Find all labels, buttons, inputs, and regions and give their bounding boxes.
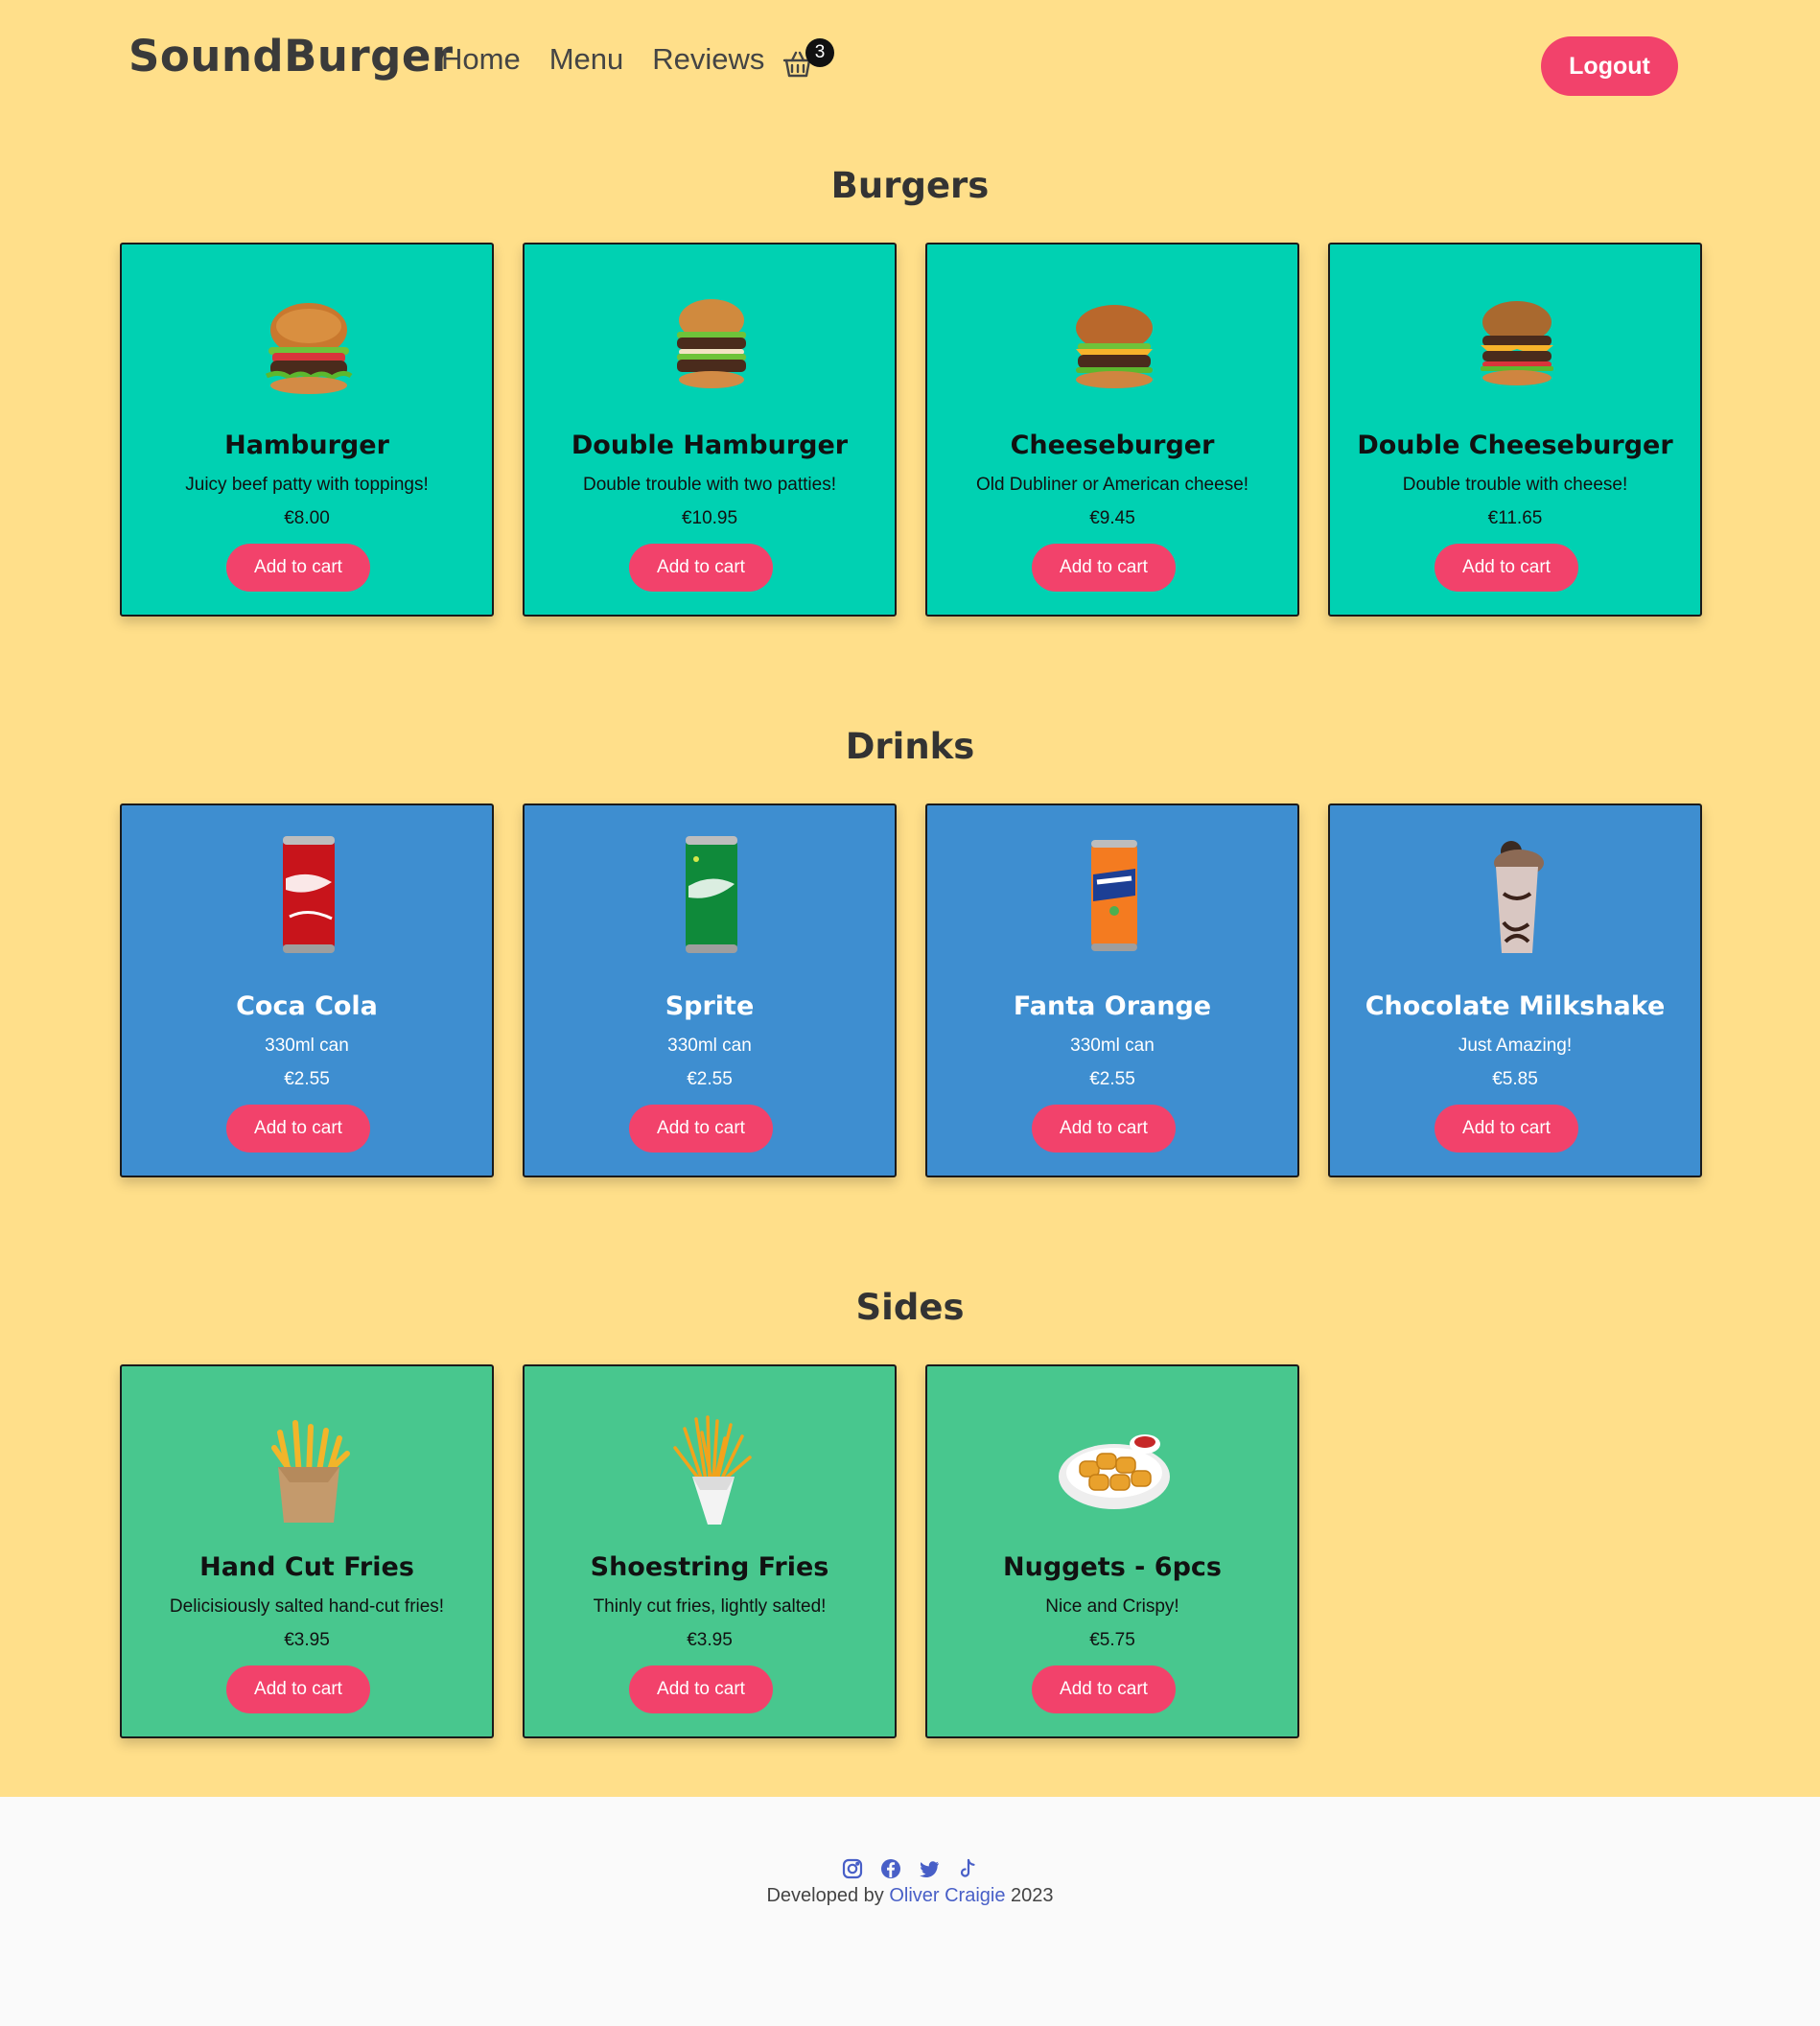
footer-credit: Developed by Oliver Craigie 2023 (0, 1885, 1820, 1907)
nav-menu-link[interactable]: Menu (549, 42, 624, 77)
navbar: SoundBurger Home Menu Reviews 3 Logout (0, 0, 1820, 134)
add-to-cart-button[interactable]: Add to cart (226, 1105, 370, 1153)
item-name: Cheeseburger (1010, 431, 1215, 460)
item-description: Delicisiously salted hand-cut fries! (169, 1596, 445, 1617)
add-to-cart-button[interactable]: Add to cart (629, 1665, 773, 1713)
item-description: 330ml can (667, 1036, 752, 1056)
credit-year: 2023 (1011, 1885, 1054, 1906)
item-name: Shoestring Fries (590, 1552, 829, 1582)
item-price: €2.55 (284, 1069, 330, 1089)
sprite-can-image (654, 830, 769, 957)
add-to-cart-button[interactable]: Add to cart (629, 1105, 773, 1153)
item-price: €10.95 (681, 508, 738, 528)
cheeseburger-image (1057, 288, 1172, 403)
item-price: €2.55 (1089, 1069, 1135, 1089)
hand-cut-fries-image (251, 1409, 366, 1525)
shoestring-fries-image (654, 1409, 769, 1525)
item-price: €5.85 (1492, 1069, 1538, 1089)
nav-links: Home Menu Reviews (441, 42, 764, 77)
item-description: 330ml can (1070, 1036, 1155, 1056)
item-description: Juicy beef patty with toppings! (185, 475, 429, 495)
item-price: €9.45 (1089, 508, 1135, 528)
item-description: Nice and Crispy! (1045, 1596, 1179, 1617)
item-name: Fanta Orange (1013, 991, 1212, 1021)
nav-home-link[interactable]: Home (441, 42, 521, 77)
menu-card-chocolate-milkshake: Chocolate Milkshake Just Amazing! €5.85 … (1328, 803, 1702, 1177)
item-description: Just Amazing! (1458, 1036, 1573, 1056)
coca-cola-can-image (251, 830, 366, 957)
double-cheeseburger-image (1459, 288, 1575, 403)
section-title-drinks: Drinks (845, 726, 975, 767)
menu-card-hamburger: Hamburger Juicy beef patty with toppings… (120, 243, 494, 617)
author-link[interactable]: Oliver Craigie (889, 1885, 1005, 1906)
fanta-can-image (1057, 832, 1172, 959)
menu-card-nuggets: Nuggets - 6pcs Nice and Crispy! €5.75 Ad… (925, 1364, 1299, 1738)
item-name: Hamburger (224, 431, 389, 460)
item-name: Chocolate Milkshake (1365, 991, 1666, 1021)
instagram-icon[interactable] (842, 1858, 863, 1879)
item-price: €11.65 (1487, 508, 1543, 528)
menu-card-hand-cut-fries: Hand Cut Fries Delicisiously salted hand… (120, 1364, 494, 1738)
item-name: Hand Cut Fries (199, 1552, 414, 1582)
item-description: Old Dubliner or American cheese! (975, 475, 1249, 495)
logout-button[interactable]: Logout (1541, 36, 1678, 96)
item-price: €5.75 (1089, 1630, 1135, 1650)
social-links (0, 1858, 1820, 1879)
add-to-cart-button[interactable]: Add to cart (1032, 1105, 1176, 1153)
section-title-sides: Sides (855, 1287, 965, 1328)
add-to-cart-button[interactable]: Add to cart (1032, 544, 1176, 592)
item-description: 330ml can (265, 1036, 349, 1056)
item-description: Thinly cut fries, lightly salted! (593, 1596, 827, 1617)
add-to-cart-button[interactable]: Add to cart (226, 544, 370, 592)
item-description: Double trouble with cheese! (1402, 475, 1628, 495)
item-price: €3.95 (687, 1630, 733, 1650)
item-name: Coca Cola (236, 991, 378, 1021)
menu-card-double-hamburger: Double Hamburger Double trouble with two… (523, 243, 897, 617)
menu-card-double-cheeseburger: Double Cheeseburger Double trouble with … (1328, 243, 1702, 617)
item-name: Double Cheeseburger (1357, 431, 1673, 460)
item-price: €3.95 (284, 1630, 330, 1650)
add-to-cart-button[interactable]: Add to cart (1435, 1105, 1578, 1153)
brand-logo[interactable]: SoundBurger (128, 31, 454, 82)
item-description: Double trouble with two patties! (582, 475, 837, 495)
item-price: €8.00 (284, 508, 330, 528)
hamburger-image (251, 288, 366, 403)
nav-reviews-link[interactable]: Reviews (652, 42, 764, 77)
section-title-burgers: Burgers (830, 165, 990, 206)
item-name: Nuggets - 6pcs (1003, 1552, 1222, 1582)
milkshake-image (1459, 836, 1575, 959)
menu-card-shoestring-fries: Shoestring Fries Thinly cut fries, light… (523, 1364, 897, 1738)
menu-card-fanta-orange: Fanta Orange 330ml can €2.55 Add to cart (925, 803, 1299, 1177)
cart-count-badge: 3 (805, 38, 834, 67)
item-name: Double Hamburger (571, 431, 849, 460)
add-to-cart-button[interactable]: Add to cart (226, 1665, 370, 1713)
add-to-cart-button[interactable]: Add to cart (1435, 544, 1578, 592)
item-name: Sprite (665, 991, 755, 1021)
tiktok-icon[interactable] (957, 1858, 978, 1879)
menu-card-coca-cola: Coca Cola 330ml can €2.55 Add to cart (120, 803, 494, 1177)
add-to-cart-button[interactable]: Add to cart (629, 544, 773, 592)
credit-prefix: Developed by (766, 1885, 884, 1906)
facebook-icon[interactable] (880, 1858, 901, 1879)
nuggets-image (1057, 1409, 1172, 1525)
item-price: €2.55 (687, 1069, 733, 1089)
menu-card-cheeseburger: Cheeseburger Old Dubliner or American ch… (925, 243, 1299, 617)
menu-card-sprite: Sprite 330ml can €2.55 Add to cart (523, 803, 897, 1177)
footer: Developed by Oliver Craigie 2023 (0, 1797, 1820, 2026)
add-to-cart-button[interactable]: Add to cart (1032, 1665, 1176, 1713)
double-hamburger-image (654, 288, 769, 403)
twitter-icon[interactable] (919, 1858, 940, 1879)
